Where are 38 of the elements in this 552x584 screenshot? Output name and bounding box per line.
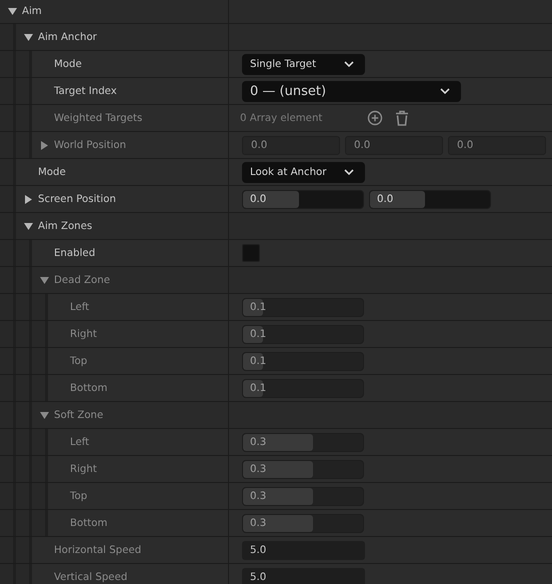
property-label: Soft Zone bbox=[54, 410, 104, 420]
property-label: Dead Zone bbox=[54, 274, 110, 286]
property-label: Left bbox=[70, 436, 90, 448]
expand-arrow-icon[interactable] bbox=[24, 222, 33, 230]
trash-icon[interactable] bbox=[394, 110, 410, 126]
chevron-down-icon bbox=[440, 88, 450, 94]
property-label: Aim Zones bbox=[38, 220, 92, 232]
property-label: Horizontal Speed bbox=[54, 544, 142, 556]
property-label: Aim bbox=[22, 6, 42, 17]
property-label: Right bbox=[70, 328, 97, 340]
property-label: Bottom bbox=[70, 518, 108, 528]
chevron-down-icon bbox=[344, 61, 354, 67]
property-label: World Position bbox=[54, 140, 126, 150]
expand-arrow-icon[interactable] bbox=[8, 7, 17, 16]
property-label: Left bbox=[70, 302, 90, 312]
expand-arrow-icon[interactable] bbox=[24, 194, 33, 204]
property-label: Bottom bbox=[70, 382, 108, 394]
property-label: Target Index bbox=[54, 86, 117, 96]
chevron-down-icon bbox=[344, 169, 354, 175]
property-label: Aim Anchor bbox=[38, 32, 97, 42]
property-label: Top bbox=[70, 356, 88, 366]
checkbox[interactable] bbox=[242, 244, 260, 262]
property-label: Enabled bbox=[54, 248, 96, 258]
dropdown[interactable]: 0 — (unset) bbox=[242, 80, 461, 102]
array-count: 0 Array element bbox=[240, 112, 324, 124]
property-label: Mode bbox=[38, 166, 66, 178]
add-icon[interactable] bbox=[367, 110, 383, 126]
slider-field[interactable]: 0.0 bbox=[242, 190, 364, 208]
property-label: Vertical Speed bbox=[54, 572, 128, 582]
dropdown[interactable]: Single Target bbox=[242, 54, 365, 74]
property-label: Weighted Targets bbox=[54, 112, 142, 124]
property-label: Mode bbox=[54, 58, 82, 70]
expand-arrow-icon[interactable] bbox=[24, 32, 33, 42]
property-label: Screen Position bbox=[38, 194, 116, 204]
property-label: Top bbox=[70, 490, 88, 502]
slider-field[interactable]: 0.0 bbox=[369, 190, 491, 208]
dropdown[interactable]: Look at Anchor bbox=[242, 162, 365, 182]
property-label: Right bbox=[70, 464, 97, 474]
